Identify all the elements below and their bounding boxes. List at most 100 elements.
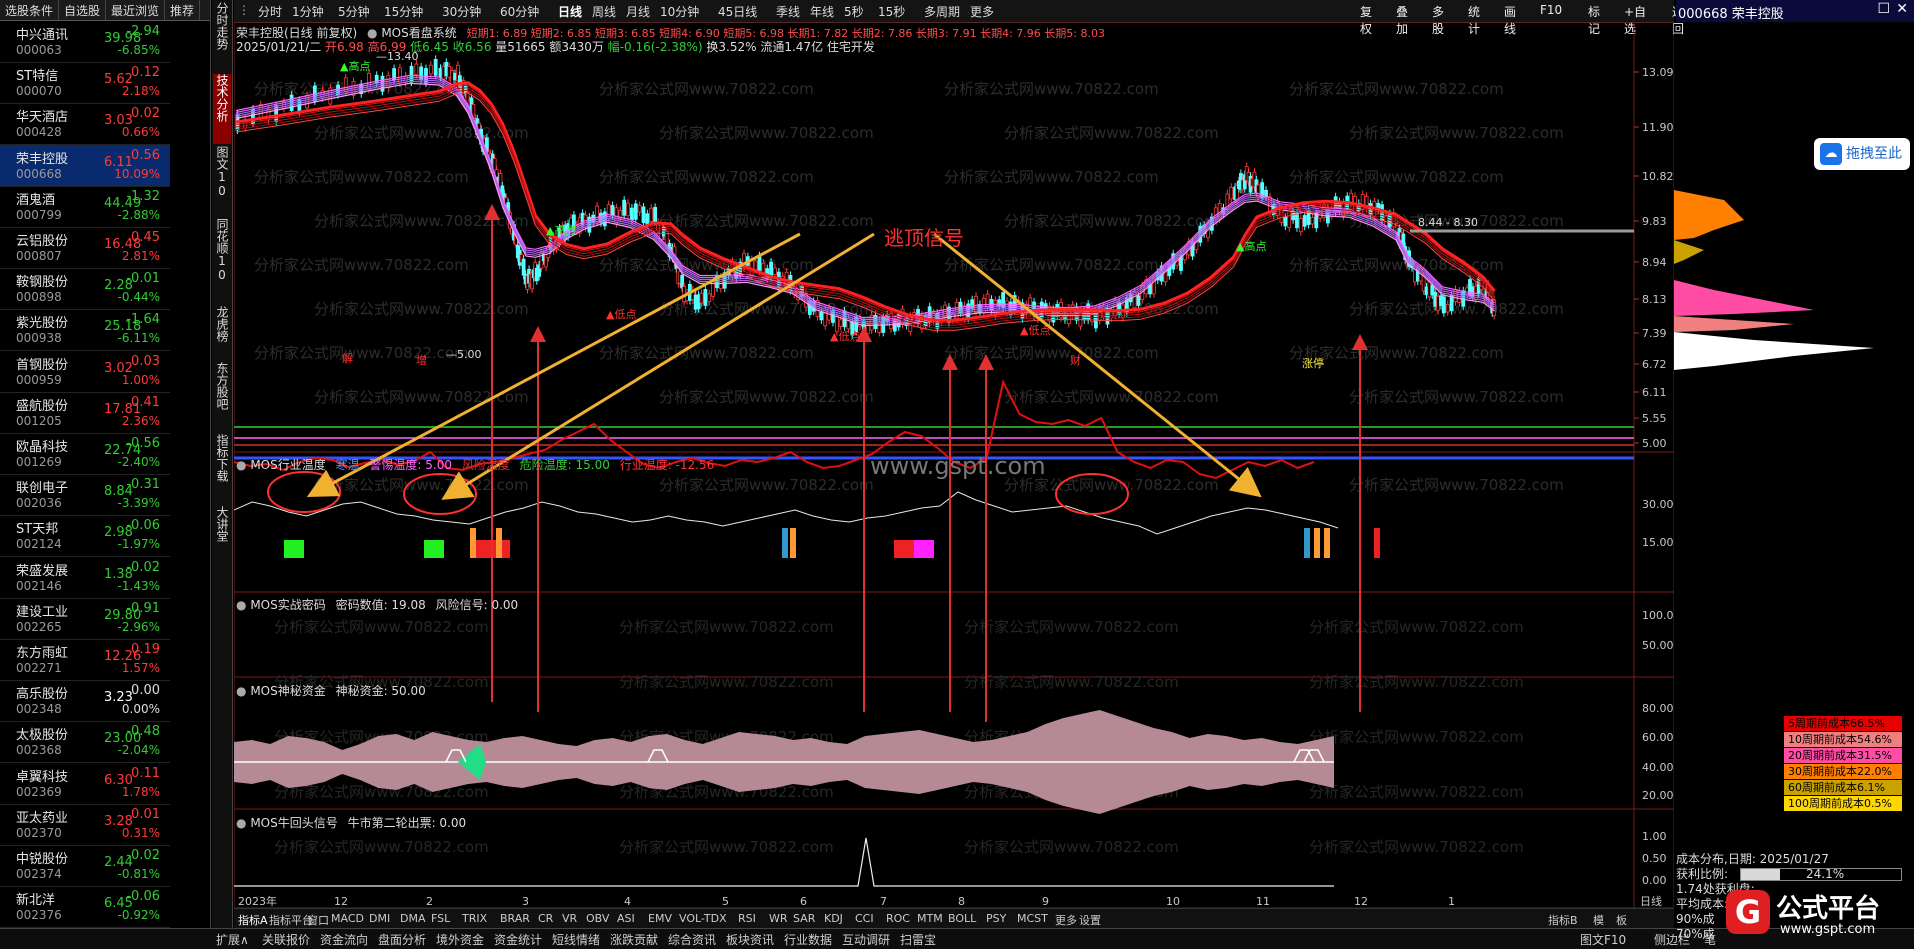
period-9[interactable]: 10分钟 — [660, 3, 699, 20]
period-0[interactable]: 分时 — [258, 3, 282, 20]
tab-favorites[interactable]: 自选股 — [59, 0, 107, 20]
indicator-tab-17[interactable]: SAR — [793, 912, 815, 925]
bottom-tab-0[interactable]: 扩展∧ — [216, 931, 249, 948]
watchlist-row[interactable]: 华天酒店 000428 3.03 0.02 0.66% — [0, 103, 170, 146]
indicator-tab-26[interactable]: 设置 — [1079, 912, 1101, 928]
period-7[interactable]: 周线 — [592, 3, 616, 20]
bottom-tab-3[interactable]: 盘面分析 — [378, 931, 426, 948]
watchlist-row[interactable]: 欧晶科技 001269 22.74 -0.56 -2.40% — [0, 433, 170, 475]
indicator-tab-14[interactable]: VOL-TDX — [679, 912, 727, 925]
indicator-tab-11[interactable]: OBV — [586, 912, 609, 925]
bottom-tab-9[interactable]: 板块资讯 — [726, 931, 774, 948]
indicator-tab-right-0[interactable]: 指标B — [1548, 912, 1578, 928]
indicator-tab-9[interactable]: CR — [538, 912, 553, 925]
watchlist-row[interactable]: 酒鬼酒 000799 44.49 -1.32 -2.88% — [0, 186, 170, 228]
bottom-tab-5[interactable]: 资金统计 — [494, 931, 542, 948]
indicator-tab-4[interactable]: DMI — [369, 912, 390, 925]
period-13[interactable]: 5秒 — [844, 3, 864, 20]
close-icon[interactable]: ✕ — [1896, 1, 1908, 17]
bottom-tab-6[interactable]: 短线情绪 — [552, 931, 600, 948]
watchlist-row[interactable]: 荣盛发展 002146 1.38 -0.02 -1.43% — [0, 557, 170, 599]
bottom-right-0[interactable]: 图文F10 — [1580, 931, 1626, 948]
vtab-7[interactable]: 大讲堂 — [213, 506, 231, 560]
indicator-tab-21[interactable]: MTM — [917, 912, 943, 925]
indicator-tab-5[interactable]: DMA — [400, 912, 426, 925]
indicator-tab-15[interactable]: RSI — [738, 912, 756, 925]
tab-condition[interactable]: 选股条件 — [0, 0, 60, 20]
indicator-tab-20[interactable]: ROC — [886, 912, 910, 925]
indicator-tab-16[interactable]: WR — [769, 912, 788, 925]
period-11[interactable]: 季线 — [776, 3, 800, 20]
indicator-tab-3[interactable]: MACD — [331, 912, 364, 925]
watchlist-row[interactable]: ST天邦 002124 2.98 -0.06 -1.97% — [0, 515, 170, 558]
watchlist-row[interactable]: 联创电子 002036 8.84 -0.31 -3.39% — [0, 474, 170, 517]
indicator-tab-6[interactable]: FSL — [431, 912, 450, 925]
period-3[interactable]: 15分钟 — [384, 3, 423, 20]
right-tool-5[interactable]: F10 — [1540, 3, 1562, 17]
period-10[interactable]: 45日线 — [718, 3, 757, 20]
window-minimize-icon[interactable]: ☐ — [1877, 1, 1890, 17]
indicator-tab-7[interactable]: TRIX — [462, 912, 487, 925]
watchlist-row[interactable]: 鞍钢股份 000898 2.28 -0.01 -0.44% — [0, 268, 170, 311]
watchlist-row[interactable]: 卓翼科技 002369 6.30 0.11 1.78% — [0, 763, 170, 805]
bottom-tab-4[interactable]: 境外资金 — [436, 931, 484, 948]
short-ma-line — [235, 74, 1495, 319]
stock-percent: 2.36% — [121, 413, 160, 428]
vtab-1[interactable]: 技术分析 — [213, 74, 231, 144]
watchlist-row[interactable]: 荣丰控股 000668 6.11 0.56 10.09% — [0, 144, 170, 187]
watchlist-row[interactable]: 太极股份 002368 23.00 -0.48 -2.04% — [0, 721, 170, 764]
vtab-5[interactable]: 东方股吧 — [213, 362, 231, 432]
watchlist-row[interactable]: 紫光股份 000938 25.18 -1.64 -6.11% — [0, 309, 170, 352]
indicator-tab-8[interactable]: BRAR — [500, 912, 530, 925]
watchlist-row[interactable]: ST特信 000070 5.62 0.12 2.18% — [0, 62, 170, 105]
period-1[interactable]: 1分钟 — [292, 3, 324, 20]
indicator-tab-18[interactable]: KDJ — [824, 912, 843, 925]
period-14[interactable]: 15秒 — [878, 3, 905, 20]
tab-recent[interactable]: 最近浏览 — [106, 0, 166, 20]
watchlist-row[interactable]: 亚太药业 002370 3.28 0.01 0.31% — [0, 804, 170, 846]
indicator-tab-right-2[interactable]: 板 — [1616, 912, 1627, 928]
vtab-6[interactable]: 指标下载 — [213, 434, 231, 504]
period-4[interactable]: 30分钟 — [442, 3, 481, 20]
period-16[interactable]: 更多 — [970, 3, 994, 20]
bottom-tab-10[interactable]: 行业数据 — [784, 931, 832, 948]
period-2[interactable]: 5分钟 — [338, 3, 370, 20]
bottom-tab-12[interactable]: 扫雷宝 — [900, 931, 936, 948]
watchlist-row[interactable]: 中锐股份 002374 2.44 -0.02 -0.81% — [0, 845, 170, 887]
watchlist-row[interactable]: 新北洋 002376 6.45 -0.06 -0.92% — [0, 886, 170, 929]
period-5[interactable]: 60分钟 — [500, 3, 539, 20]
x-axis-month: 12 — [1354, 895, 1368, 908]
period-15[interactable]: 多周期 — [924, 3, 960, 20]
watchlist-row[interactable]: 盛航股份 001205 17.81 0.41 2.36% — [0, 392, 170, 434]
indicator-tab-right-1[interactable]: 模 — [1593, 912, 1604, 928]
indicator-tab-10[interactable]: VR — [562, 912, 577, 925]
watchlist-row[interactable]: 云铝股份 000807 16.48 0.45 2.81% — [0, 227, 170, 269]
indicator-tab-13[interactable]: EMV — [648, 912, 672, 925]
indicator-tab-19[interactable]: CCI — [855, 912, 874, 925]
period-6[interactable]: 日线 — [558, 3, 582, 20]
watchlist-row[interactable]: 东方雨虹 002271 12.26 0.19 1.57% — [0, 639, 170, 681]
watchlist-row[interactable]: 建设工业 002265 29.80 -0.91 -2.96% — [0, 598, 170, 640]
vtab-0[interactable]: 分时走势 — [213, 2, 231, 72]
bottom-tab-7[interactable]: 涨跌贡献 — [610, 931, 658, 948]
vtab-4[interactable]: 龙虎榜 — [213, 306, 231, 360]
vtab-3[interactable]: 同花顺10 — [213, 218, 231, 304]
indicator-tab-2[interactable]: 窗口 — [307, 912, 329, 928]
period-8[interactable]: 月线 — [626, 3, 650, 20]
bottom-tab-2[interactable]: 资金流向 — [320, 931, 368, 948]
indicator-tab-22[interactable]: BOLL — [948, 912, 976, 925]
watchlist-row[interactable]: 高乐股份 002348 3.23 0.00 0.00% — [0, 680, 170, 723]
bottom-tab-8[interactable]: 综合资讯 — [668, 931, 716, 948]
vtab-2[interactable]: 图文10 — [213, 146, 231, 216]
bottom-tab-1[interactable]: 关联报价 — [262, 931, 310, 948]
indicator-tab-23[interactable]: PSY — [986, 912, 1006, 925]
indicator-tab-0[interactable]: 指标A — [238, 912, 268, 928]
bottom-tab-11[interactable]: 互动调研 — [842, 931, 890, 948]
watchlist-row[interactable]: 首钢股份 000959 3.02 0.03 1.00% — [0, 351, 170, 393]
tab-recommend[interactable]: 推荐 — [165, 0, 201, 20]
indicator-tab-25[interactable]: 更多 — [1055, 912, 1077, 928]
indicator-tab-24[interactable]: MCST — [1017, 912, 1048, 925]
indicator-tab-12[interactable]: ASI — [617, 912, 635, 925]
period-12[interactable]: 年线 — [810, 3, 834, 20]
watchlist-row[interactable]: 中兴通讯 000063 39.98 -2.94 -6.85% — [0, 21, 170, 63]
